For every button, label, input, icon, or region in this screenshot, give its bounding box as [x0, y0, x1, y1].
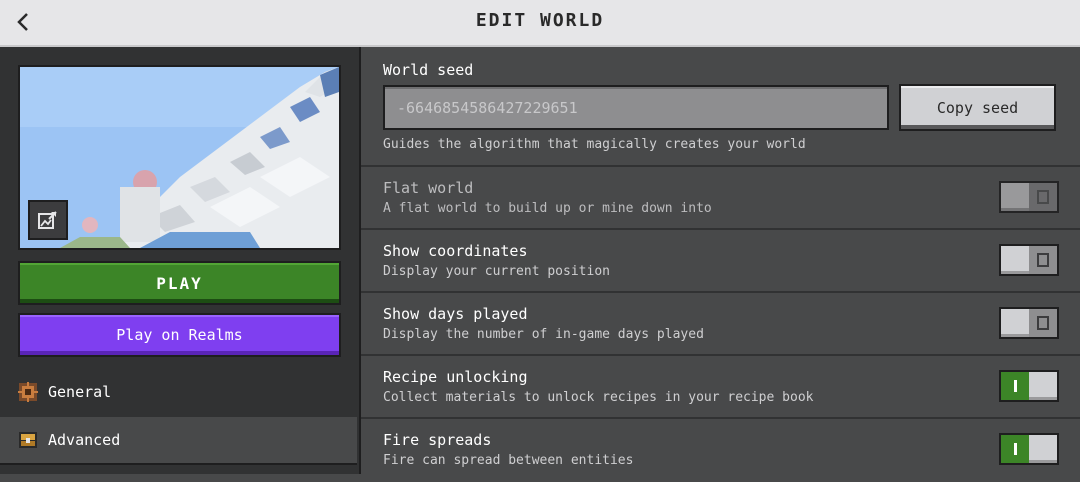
show-coordinates-toggle[interactable] [999, 244, 1059, 276]
toggle-knob [1001, 183, 1029, 211]
world-seed-field[interactable]: -6646854586427229651 [383, 85, 889, 130]
edit-thumbnail-button[interactable] [28, 200, 68, 240]
play-button[interactable]: PLAY [18, 261, 341, 305]
nav-divider [0, 463, 357, 474]
edit-image-icon [38, 211, 57, 229]
top-bar: EDIT WORLD [0, 0, 1080, 47]
setting-label: Show days played [383, 305, 528, 323]
flat-world-toggle[interactable] [999, 181, 1059, 213]
toggle-track [1029, 309, 1057, 337]
gear-block-icon [18, 382, 38, 402]
fire-spreads-row: Fire spreads Fire can spread between ent… [361, 419, 1080, 482]
setting-label: Flat world [383, 179, 474, 197]
toggle-knob [1029, 435, 1057, 463]
setting-description: Display your current position [383, 264, 610, 279]
page-title: EDIT WORLD [475, 10, 605, 31]
fire-spreads-toggle[interactable] [999, 433, 1059, 465]
nav-item-advanced[interactable]: Advanced [0, 417, 357, 463]
world-seed-row: World seed -6646854586427229651 Copy see… [361, 47, 1080, 167]
settings-panel: World seed -6646854586427229651 Copy see… [361, 47, 1080, 474]
toggle-knob [1001, 246, 1029, 274]
world-seed-description: Guides the algorithm that magically crea… [383, 137, 806, 152]
setting-label: Fire spreads [383, 431, 492, 449]
copy-seed-button[interactable]: Copy seed [899, 84, 1056, 131]
recipe-unlocking-toggle[interactable] [999, 370, 1059, 402]
setting-description: Display the number of in-game days playe… [383, 327, 704, 342]
show-coordinates-row: Show coordinates Display your current po… [361, 230, 1080, 293]
toggle-knob [1029, 372, 1057, 400]
setting-description: Collect materials to unlock recipes in y… [383, 390, 814, 405]
setting-label: Show coordinates [383, 242, 528, 260]
recipe-unlocking-row: Recipe unlocking Collect materials to un… [361, 356, 1080, 419]
setting-label: Recipe unlocking [383, 368, 528, 386]
nav-item-label: General [48, 383, 112, 401]
flat-world-row: Flat world A flat world to build up or m… [361, 167, 1080, 230]
show-days-played-toggle[interactable] [999, 307, 1059, 339]
world-thumbnail [20, 67, 339, 248]
setting-description: A flat world to build up or mine down in… [383, 201, 712, 216]
world-thumbnail-frame [18, 65, 341, 250]
toggle-track [1029, 246, 1057, 274]
nav-item-general[interactable]: General [0, 369, 357, 415]
toggle-knob [1001, 309, 1029, 337]
toggle-track [1001, 372, 1029, 400]
play-on-realms-button[interactable]: Play on Realms [18, 313, 341, 357]
show-days-played-row: Show days played Display the number of i… [361, 293, 1080, 356]
toggle-track [1029, 183, 1057, 211]
nav-item-label: Advanced [48, 431, 121, 449]
toggle-track [1001, 435, 1029, 463]
setting-description: Fire can spread between entities [383, 453, 634, 468]
world-sidebar: PLAY Play on Realms General Advanced [0, 47, 361, 474]
world-seed-label: World seed [383, 61, 474, 79]
chest-icon [19, 432, 37, 448]
